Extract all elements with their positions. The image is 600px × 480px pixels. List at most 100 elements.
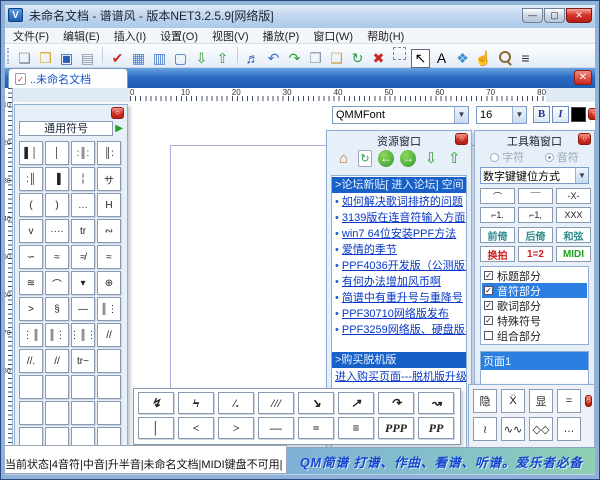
save-icon[interactable]: ▣ xyxy=(57,49,76,68)
delete-icon[interactable]: ✖ xyxy=(369,49,388,68)
symbol-cell[interactable]: ▾ xyxy=(71,271,95,295)
symbol-cell[interactable]: ∾ xyxy=(97,219,121,243)
new-document-icon[interactable]: ❏ xyxy=(15,49,34,68)
close-button[interactable]: ✕ xyxy=(566,8,592,23)
toolbox-action-button[interactable]: 前倚 xyxy=(480,227,515,243)
line-symbol-button[interactable]: < xyxy=(178,417,214,439)
resource-link[interactable]: 简谱中有重升号与重降号 xyxy=(332,290,466,306)
toolbox-panel-close-button[interactable]: ○ xyxy=(578,133,591,145)
undo-icon[interactable]: ↶ xyxy=(264,49,283,68)
upload-icon[interactable]: ⇧ xyxy=(446,149,463,167)
line-symbol-button[interactable]: = xyxy=(298,417,334,439)
check-icon[interactable]: ✔ xyxy=(108,49,127,68)
mode-radio[interactable]: 音符 xyxy=(545,149,579,165)
menu-item[interactable]: 文件(F) xyxy=(6,28,56,44)
symbol-cell[interactable]: サ xyxy=(97,167,121,191)
symbol-cell[interactable]: :║ xyxy=(19,167,43,191)
resource-link[interactable]: 有何办法增加风币啊 xyxy=(332,274,466,290)
symbol-cell[interactable]: ∽ xyxy=(19,245,43,269)
line-symbol-button[interactable]: ↗ xyxy=(338,392,374,414)
symbol-cell[interactable]: ≉ xyxy=(71,245,95,269)
symbol-cell[interactable]: ≋ xyxy=(19,271,43,295)
symbol-cell[interactable] xyxy=(71,401,95,425)
resource-link[interactable]: >论坛新贴[ 进入论坛] 空间 xyxy=(332,177,466,193)
print-icon[interactable]: ▤ xyxy=(78,49,97,68)
symbol-cell[interactable]: tr~ xyxy=(71,349,95,373)
italic-button[interactable]: I xyxy=(552,106,569,123)
symbol-panel-next-icon[interactable]: ▶ xyxy=(115,123,123,134)
image-tool-icon[interactable]: ❖ xyxy=(453,49,472,68)
forward-icon[interactable]: → xyxy=(400,150,416,167)
toolbox-symbol-button[interactable]: XXX xyxy=(556,207,591,223)
symbol-cell[interactable]: > xyxy=(19,297,43,321)
part-checkbox-item[interactable]: 歌词部分 xyxy=(482,298,587,313)
score-grid-icon[interactable]: ▦ xyxy=(129,49,148,68)
symbol-cell[interactable]: … xyxy=(71,193,95,217)
toolbox-symbol-button[interactable]: ⌐1. xyxy=(480,207,515,223)
back-icon[interactable]: ← xyxy=(378,150,394,167)
hand-tool-icon[interactable]: ☝ xyxy=(474,49,493,68)
misc-palette-close-button[interactable]: ○ xyxy=(585,395,592,407)
line-symbol-button[interactable]: PP xyxy=(418,417,454,439)
line-symbol-button[interactable]: ↷ xyxy=(378,392,414,414)
symbol-cell[interactable]: — xyxy=(71,297,95,321)
resource-link[interactable]: 3139版在连音符输入方面 xyxy=(332,210,466,226)
resource-link[interactable]: win7 64位安装PPF方法 xyxy=(332,226,466,242)
symbol-cell[interactable]: tr xyxy=(71,219,95,243)
copy-icon[interactable]: ❐ xyxy=(306,49,325,68)
font-size-select[interactable]: 16 ▼ xyxy=(476,106,527,124)
line-symbol-button[interactable]: /// xyxy=(258,392,294,414)
symbol-cell[interactable]: ⊕ xyxy=(97,271,121,295)
symbol-cell[interactable]: ║⋮ xyxy=(45,323,69,347)
resource-link[interactable]: PPF4036开发版（公测版） xyxy=(332,258,466,274)
symbol-cell[interactable] xyxy=(19,401,43,425)
text-tool-icon[interactable]: A xyxy=(432,48,451,67)
menu-item[interactable]: 播放(P) xyxy=(256,28,307,44)
symbol-cell[interactable]: § xyxy=(45,297,69,321)
line-symbol-button[interactable]: ↝ xyxy=(418,392,454,414)
document-close-button[interactable]: ✕ xyxy=(574,70,592,85)
symbol-cell[interactable]: ║⋮ xyxy=(97,297,121,321)
symbol-cell[interactable] xyxy=(19,375,43,399)
resource-link[interactable]: 进入购买页面---脱机版升级 xyxy=(332,369,466,385)
line-symbol-button[interactable]: > xyxy=(218,417,254,439)
minimize-button[interactable]: — xyxy=(522,8,543,23)
menu-item[interactable]: 编辑(E) xyxy=(56,28,107,44)
symbol-cell[interactable] xyxy=(45,375,69,399)
pointer-icon[interactable]: ↖ xyxy=(411,49,430,68)
misc-symbol-button[interactable]: Ẍ xyxy=(501,389,525,413)
symbol-cell[interactable]: ║: xyxy=(97,141,121,165)
symbol-cell[interactable] xyxy=(45,401,69,425)
misc-symbol-button[interactable]: 隐 xyxy=(473,389,497,413)
resource-link[interactable]: 爱情的季节 xyxy=(332,242,466,258)
misc-symbol-button[interactable]: ≀ xyxy=(473,417,497,441)
keymap-select[interactable]: 数字键键位方式 ▼ xyxy=(480,167,589,184)
symbol-cell[interactable]: ⋮║⋮ xyxy=(71,323,95,347)
symbol-cell[interactable]: ≈ xyxy=(97,245,121,269)
symbol-cell[interactable]: v xyxy=(19,219,43,243)
misc-symbol-button[interactable]: … xyxy=(557,417,581,441)
symbol-cell[interactable] xyxy=(97,349,121,373)
symbol-cell[interactable]: ╎ xyxy=(71,167,95,191)
symbol-cell[interactable]: ⋮║ xyxy=(19,323,43,347)
home-icon[interactable]: ⌂ xyxy=(335,149,352,167)
toolbox-symbol-button[interactable]: ⌒ xyxy=(480,188,515,204)
refresh-page-icon[interactable]: ↻ xyxy=(358,150,372,167)
resource-link[interactable]: PPF30710网络版发布 xyxy=(332,306,466,322)
symbol-cell[interactable]: ( xyxy=(19,193,43,217)
symbol-panel-close-button[interactable]: ○ xyxy=(111,107,124,119)
monitor-view-icon[interactable]: ▢ xyxy=(171,49,190,68)
menu-item[interactable]: 视图(V) xyxy=(205,28,256,44)
mode-radio[interactable]: 字符 xyxy=(490,149,524,165)
symbol-cell[interactable]: ▌│ xyxy=(19,141,43,165)
line-symbol-button[interactable]: /. xyxy=(218,392,254,414)
symbol-cell[interactable]: // xyxy=(45,349,69,373)
fontbar-close-button[interactable]: ○ xyxy=(588,108,600,120)
symbol-cell[interactable]: ▐ xyxy=(45,167,69,191)
menu-item[interactable]: 窗口(W) xyxy=(306,28,360,44)
menu-item[interactable]: 设置(O) xyxy=(153,28,205,44)
symbol-cell[interactable] xyxy=(97,375,121,399)
maximize-button[interactable]: ▢ xyxy=(544,8,565,23)
symbol-cell[interactable]: H xyxy=(97,193,121,217)
resource-link[interactable]: >购买脱机版 xyxy=(332,352,466,368)
